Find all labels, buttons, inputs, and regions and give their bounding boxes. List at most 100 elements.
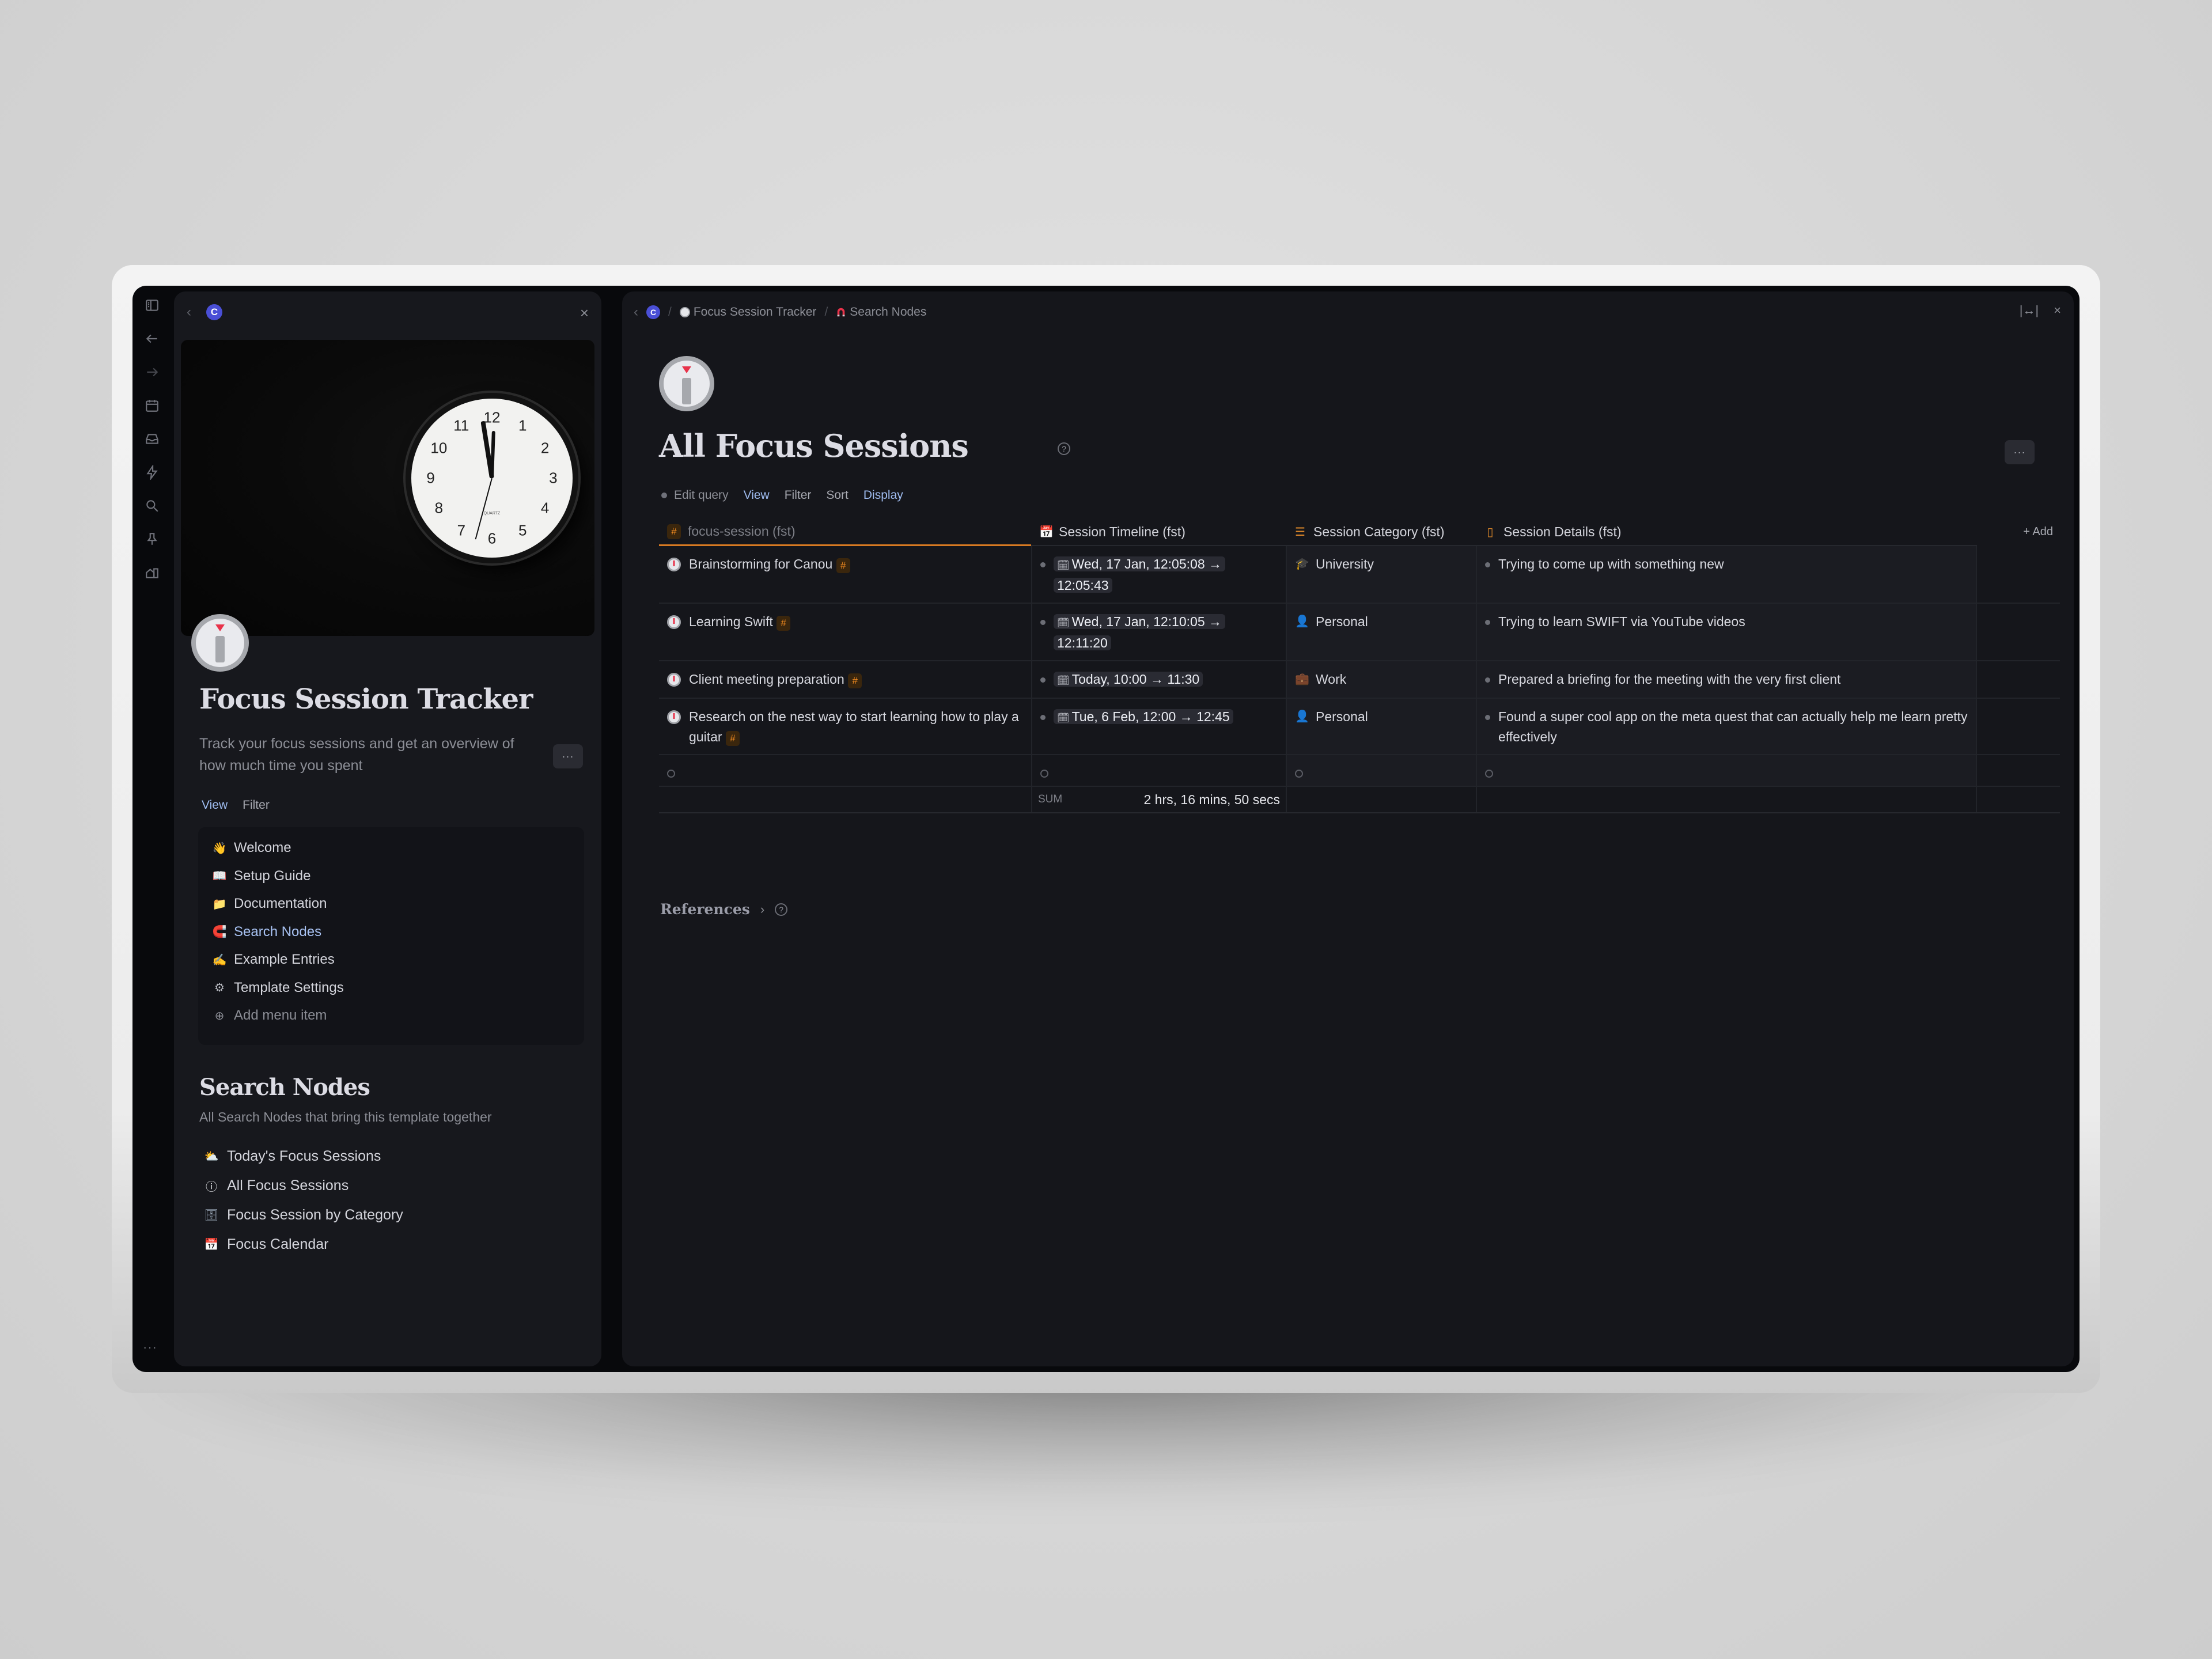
clock-number: 2: [540, 439, 550, 457]
menu-item-setup-guide[interactable]: 📖 Setup Guide: [198, 862, 584, 891]
column-label: Session Timeline (fst): [1059, 524, 1185, 539]
tag-hash-icon[interactable]: #: [836, 558, 850, 573]
menu-item-template-settings[interactable]: ⚙ Template Settings: [198, 974, 584, 1002]
tag-hash-icon[interactable]: #: [725, 730, 740, 746]
inbox-icon[interactable]: [143, 430, 161, 448]
add-menu-item-button[interactable]: ⊕ Add menu item: [198, 1002, 584, 1030]
menu-item-search-nodes[interactable]: 🧲 Search Nodes: [198, 918, 584, 946]
cell-session-name[interactable]: Learning Swift #: [659, 604, 1031, 660]
lightning-icon[interactable]: [143, 463, 161, 482]
cell-session-details[interactable]: Trying to come up with something new: [1476, 546, 1977, 603]
sidebar-toggle-icon[interactable]: [143, 296, 161, 315]
category-value: Personal: [1316, 709, 1368, 724]
close-icon[interactable]: ×: [2054, 303, 2061, 318]
menu-item-welcome[interactable]: 👋 Welcome: [198, 834, 584, 862]
workspace-badge[interactable]: C: [206, 304, 222, 320]
table-row[interactable]: Client meeting preparation # 🗓 Today, 10:0…: [659, 661, 2060, 699]
query-toolbar: Edit query View Filter Sort Display: [661, 488, 903, 502]
waving-hand-icon: 👋: [212, 842, 227, 855]
empty-circle-icon: [1040, 770, 1048, 778]
more-icon[interactable]: ···: [143, 1340, 157, 1355]
search-node-focus-calendar[interactable]: 📅 Focus Calendar: [204, 1230, 403, 1259]
references-section[interactable]: References › ?: [660, 901, 788, 918]
back-arrow-icon[interactable]: [143, 329, 161, 348]
chevron-right-icon[interactable]: ›: [760, 902, 764, 917]
filter-button[interactable]: Filter: [785, 488, 812, 502]
cell-session-category[interactable]: 👤 Personal: [1286, 604, 1476, 660]
search-nodes-list: ⛅ Today's Focus Sessions ⓘ All Focus Ses…: [204, 1142, 403, 1259]
display-button[interactable]: Display: [863, 488, 903, 502]
tab-view[interactable]: View: [202, 798, 228, 812]
tab-filter[interactable]: Filter: [243, 798, 270, 812]
cell-session-category[interactable]: 👤 Personal: [1286, 699, 1476, 754]
cell-session-timeline[interactable]: 🗓 Wed, 17 Jan, 12:10:05 → 12:11:20: [1031, 604, 1286, 660]
menu-item-documentation[interactable]: 📁 Documentation: [198, 890, 584, 918]
bullet-icon: [1040, 677, 1046, 683]
help-icon[interactable]: ?: [775, 903, 788, 916]
tag-hash-icon[interactable]: #: [777, 615, 791, 631]
sessions-table: # focus-session (fst) 📅 Session Timeline…: [659, 518, 2060, 813]
breadcrumb-label: Search Nodes: [850, 305, 927, 319]
help-icon[interactable]: ?: [1058, 442, 1070, 455]
cell-session-name[interactable]: Brainstorming for Canou #: [659, 546, 1031, 603]
column-label: focus-session (fst): [688, 524, 796, 539]
view-button[interactable]: View: [744, 488, 770, 502]
more-options-button[interactable]: ···: [2005, 440, 2035, 464]
cell-session-details[interactable]: Trying to learn SWIFT via YouTube videos: [1476, 604, 1977, 660]
cell-session-details[interactable]: Found a super cool app on the meta quest…: [1476, 699, 1977, 754]
column-header-session-details[interactable]: ▯ Session Details (fst): [1476, 518, 1977, 546]
more-options-button[interactable]: ···: [553, 744, 583, 768]
icon-rail: ···: [132, 286, 172, 1372]
expand-width-icon[interactable]: |↔|: [2020, 303, 2039, 318]
calendar-icon[interactable]: [143, 396, 161, 415]
focus-session-icon: [659, 356, 714, 411]
breadcrumb-search-nodes[interactable]: Search Nodes: [836, 305, 926, 319]
add-column-button[interactable]: + Add: [2023, 525, 2053, 539]
cell-session-timeline[interactable]: 🗓 Wed, 17 Jan, 12:05:08 → 12:05:43: [1031, 546, 1286, 603]
chevron-left-icon[interactable]: ‹: [634, 304, 638, 320]
column-header-session-timeline[interactable]: 📅 Session Timeline (fst): [1031, 518, 1286, 546]
timeline-value[interactable]: 🗓 Tue, 6 Feb, 12:00 → 12:45: [1054, 707, 1233, 747]
template-menu: 👋 Welcome 📖 Setup Guide 📁 Documentation …: [198, 827, 584, 1045]
workspace-badge[interactable]: C: [646, 305, 660, 319]
sort-button[interactable]: Sort: [826, 488, 849, 502]
cell-session-category[interactable]: 💼 Work: [1286, 661, 1476, 698]
bullet-icon: [1040, 715, 1046, 720]
menu-item-label: Documentation: [234, 896, 327, 912]
edit-query-button[interactable]: Edit query: [674, 488, 729, 502]
close-icon[interactable]: ×: [580, 304, 589, 322]
search-icon[interactable]: [143, 497, 161, 515]
table-row[interactable]: Research on the nest way to start learni…: [659, 699, 2060, 755]
cell-session-timeline[interactable]: 🗓 Today, 10:00 → 11:30: [1031, 661, 1286, 698]
timeline-value[interactable]: 🗓 Wed, 17 Jan, 12:10:05 → 12:11:20: [1054, 612, 1278, 653]
menu-item-example-entries[interactable]: ✍ Example Entries: [198, 946, 584, 974]
table-row[interactable]: Learning Swift # 🗓 Wed, 17 Jan, 12:10:05 →…: [659, 604, 2060, 661]
cell-session-name[interactable]: Research on the nest way to start learni…: [659, 699, 1031, 754]
gear-icon: ⚙: [214, 982, 225, 995]
pin-icon[interactable]: [143, 530, 161, 548]
app-window: ··· ‹ C × 12 1 2 3 4 5 6 7 8 9 10 11 QUARTZ Focus Se…: [132, 286, 2080, 1372]
column-header-focus-session[interactable]: # focus-session (fst): [659, 518, 1031, 546]
empty-circle-icon: [1485, 770, 1493, 778]
workspace-icon[interactable]: [143, 563, 161, 582]
cell-session-category[interactable]: 🎓 University: [1286, 546, 1476, 603]
calendar-icon: 🗓: [1057, 713, 1070, 724]
table-row[interactable]: Brainstorming for Canou # 🗓 Wed, 17 Jan, 1…: [659, 546, 2060, 604]
category-icon: 💼: [1295, 673, 1309, 685]
cell-session-name[interactable]: Client meeting preparation #: [659, 661, 1031, 698]
empty-row[interactable]: [659, 755, 2060, 787]
cell-session-timeline[interactable]: 🗓 Tue, 6 Feb, 12:00 → 12:45: [1031, 699, 1286, 754]
timeline-value[interactable]: 🗓 Wed, 17 Jan, 12:05:08 → 12:05:43: [1054, 554, 1278, 596]
search-node-by-category[interactable]: 🗄 Focus Session by Category: [204, 1200, 403, 1230]
tag-hash-icon[interactable]: #: [848, 673, 862, 688]
chevron-left-icon[interactable]: ‹: [187, 304, 191, 320]
breadcrumb-focus-session-tracker[interactable]: Focus Session Tracker: [679, 305, 817, 319]
timeline-value[interactable]: 🗓 Today, 10:00 → 11:30: [1054, 669, 1203, 691]
forward-arrow-icon[interactable]: [143, 363, 161, 381]
breadcrumb-label: Focus Session Tracker: [693, 305, 817, 319]
search-node-all-focus-sessions[interactable]: ⓘ All Focus Sessions: [204, 1171, 403, 1200]
open-book-icon: 📖: [212, 870, 227, 883]
cell-session-details[interactable]: Prepared a briefing for the meeting with…: [1476, 661, 1977, 698]
column-header-session-category[interactable]: ☰ Session Category (fst): [1286, 518, 1476, 546]
search-node-todays-focus-sessions[interactable]: ⛅ Today's Focus Sessions: [204, 1142, 403, 1171]
